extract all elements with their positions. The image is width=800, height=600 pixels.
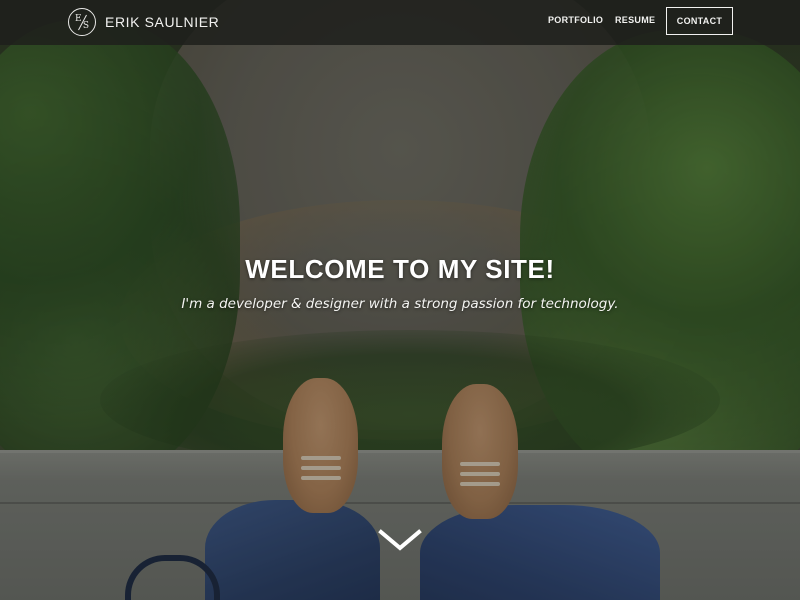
logo-icon[interactable]: E S [68,8,96,36]
chevron-down-icon-svg [378,529,422,551]
top-navbar: E S ERIK SAULNIER PORTFOLIO RESUME CONTA… [0,0,800,45]
brand-name-link[interactable]: ERIK SAULNIER [105,14,219,30]
logo-letter-s: S [82,21,89,31]
chevron-path [378,529,422,551]
contact-button[interactable]: CONTACT [666,7,733,35]
hero-subtitle: I'm a developer & designer with a strong… [181,296,619,312]
chevron-down-icon[interactable] [378,528,422,552]
nav-link-portfolio[interactable]: PORTFOLIO [548,15,603,25]
nav-link-resume[interactable]: RESUME [615,15,655,25]
hero-title: WELCOME TO MY SITE! [245,254,555,284]
